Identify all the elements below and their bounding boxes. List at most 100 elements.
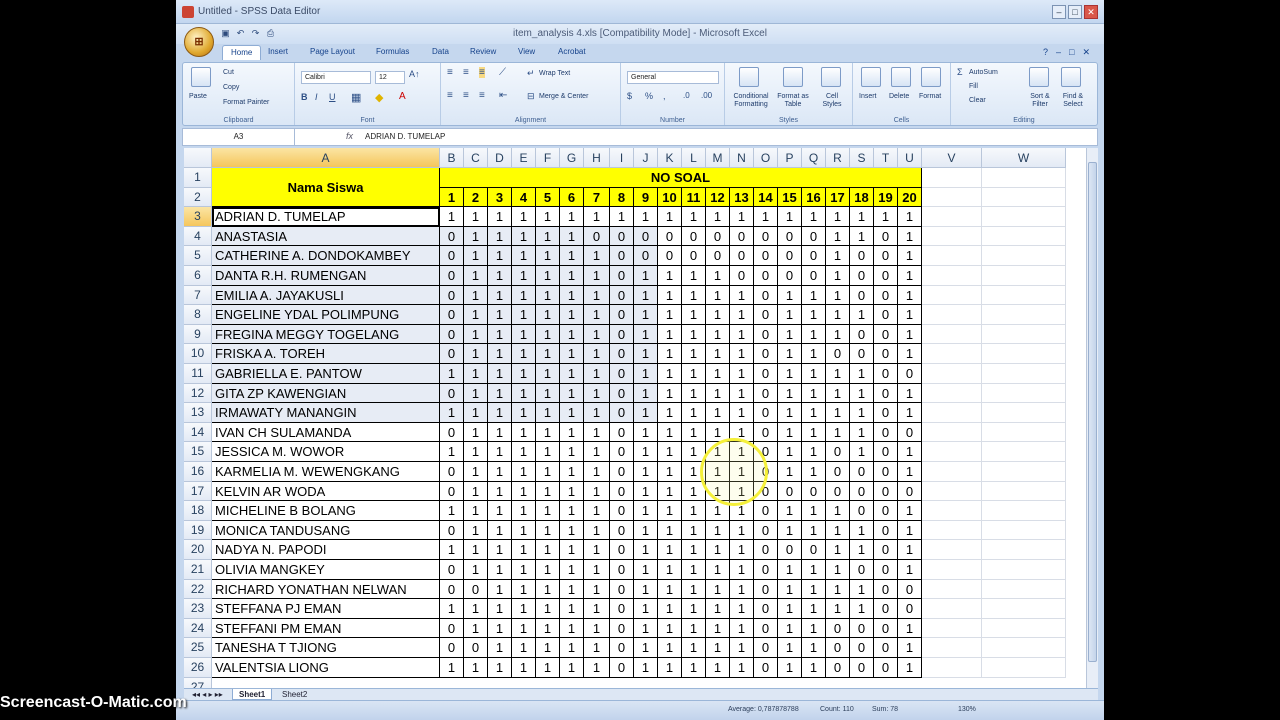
score-cell[interactable]: 0 xyxy=(440,462,464,482)
score-cell[interactable]: 0 xyxy=(610,599,634,619)
score-cell[interactable]: 1 xyxy=(658,207,682,227)
ribbon-restore-icon[interactable]: □ xyxy=(1069,47,1074,58)
score-cell[interactable]: 0 xyxy=(874,403,898,423)
align-center-icon[interactable]: ≡ xyxy=(463,90,469,101)
score-cell[interactable]: 0 xyxy=(730,226,754,247)
score-cell[interactable]: 1 xyxy=(512,324,536,345)
score-cell[interactable]: 1 xyxy=(560,638,584,658)
score-cell[interactable]: 1 xyxy=(634,285,658,306)
score-cell[interactable]: 1 xyxy=(730,324,754,345)
row-header[interactable]: 3 xyxy=(184,207,212,227)
score-cell[interactable]: 1 xyxy=(512,305,536,325)
score-cell[interactable]: 1 xyxy=(440,364,464,384)
sort-filter-button[interactable]: Sort & Filter xyxy=(1025,93,1055,109)
score-cell[interactable]: 0 xyxy=(874,658,898,678)
tab-home[interactable]: Home xyxy=(222,45,262,60)
score-cell[interactable]: 1 xyxy=(898,383,922,404)
score-cell[interactable]: 1 xyxy=(512,501,536,521)
item-number-header[interactable]: 4 xyxy=(512,187,536,208)
score-cell[interactable]: 1 xyxy=(512,246,536,266)
score-cell[interactable]: 1 xyxy=(898,442,922,462)
item-number-header[interactable]: 6 xyxy=(560,187,584,208)
score-cell[interactable]: 1 xyxy=(850,383,874,404)
score-cell[interactable]: 0 xyxy=(440,344,464,364)
score-cell[interactable]: 1 xyxy=(706,383,730,404)
score-cell[interactable]: 1 xyxy=(658,285,682,306)
score-cell[interactable]: 0 xyxy=(610,442,634,462)
score-cell[interactable]: 0 xyxy=(874,266,898,286)
column-header[interactable]: F xyxy=(536,148,560,168)
score-cell[interactable]: 0 xyxy=(634,246,658,266)
score-cell[interactable]: 1 xyxy=(536,246,560,266)
conditional-formatting-button[interactable]: Conditional Formatting xyxy=(729,93,773,109)
column-header[interactable]: E xyxy=(512,148,536,168)
score-cell[interactable]: 1 xyxy=(658,324,682,345)
score-cell[interactable]: 1 xyxy=(560,422,584,443)
score-cell[interactable]: 0 xyxy=(440,226,464,247)
score-cell[interactable]: 0 xyxy=(610,501,634,521)
column-header[interactable]: T xyxy=(874,148,898,168)
column-header[interactable]: S xyxy=(850,148,874,168)
score-cell[interactable]: 1 xyxy=(488,540,512,560)
score-cell[interactable]: 1 xyxy=(536,501,560,521)
grid-cell[interactable] xyxy=(922,579,982,600)
score-cell[interactable]: 1 xyxy=(512,207,536,227)
score-cell[interactable]: 1 xyxy=(512,226,536,247)
sheet-nav-icon[interactable]: ◂◂ ◂ ▸ ▸▸ xyxy=(186,689,229,700)
score-cell[interactable]: 1 xyxy=(536,520,560,541)
student-name-cell[interactable]: NADYA N. PAPODI xyxy=(212,540,440,560)
score-cell[interactable]: 1 xyxy=(874,207,898,227)
score-cell[interactable]: 1 xyxy=(464,403,488,423)
score-cell[interactable]: 1 xyxy=(682,618,706,639)
score-cell[interactable]: 0 xyxy=(874,422,898,443)
score-cell[interactable]: 1 xyxy=(682,324,706,345)
score-cell[interactable]: 1 xyxy=(634,266,658,286)
column-header[interactable]: N xyxy=(730,148,754,168)
row-header[interactable]: 27 xyxy=(184,677,212,688)
score-cell[interactable]: 1 xyxy=(730,305,754,325)
score-cell[interactable]: 1 xyxy=(560,658,584,678)
score-cell[interactable]: 1 xyxy=(826,383,850,404)
no-soal-header[interactable]: NO SOAL xyxy=(440,168,922,188)
grid-cell[interactable] xyxy=(922,168,982,188)
score-cell[interactable]: 0 xyxy=(850,481,874,502)
score-cell[interactable]: 1 xyxy=(560,442,584,462)
score-cell[interactable]: 1 xyxy=(536,462,560,482)
score-cell[interactable]: 0 xyxy=(440,383,464,404)
score-cell[interactable]: 1 xyxy=(682,403,706,423)
grid-cell[interactable] xyxy=(922,618,982,639)
score-cell[interactable]: 1 xyxy=(584,579,610,600)
score-cell[interactable]: 1 xyxy=(536,324,560,345)
score-cell[interactable]: 1 xyxy=(778,579,802,600)
row-header[interactable]: 16 xyxy=(184,462,212,482)
score-cell[interactable]: 1 xyxy=(706,305,730,325)
score-cell[interactable]: 1 xyxy=(634,344,658,364)
score-cell[interactable]: 1 xyxy=(512,422,536,443)
score-cell[interactable]: 1 xyxy=(488,579,512,600)
grid-cell[interactable] xyxy=(982,560,1066,580)
score-cell[interactable]: 1 xyxy=(464,344,488,364)
score-cell[interactable]: 0 xyxy=(850,344,874,364)
vertical-scrollbar[interactable] xyxy=(1086,148,1098,688)
score-cell[interactable]: 1 xyxy=(440,658,464,678)
score-cell[interactable]: 0 xyxy=(850,285,874,306)
score-cell[interactable]: 1 xyxy=(682,579,706,600)
copy-button[interactable]: Copy xyxy=(223,84,239,91)
score-cell[interactable]: 1 xyxy=(802,344,826,364)
score-cell[interactable]: 1 xyxy=(560,383,584,404)
score-cell[interactable]: 1 xyxy=(826,403,850,423)
name-box[interactable]: A3 xyxy=(183,129,295,145)
score-cell[interactable]: 1 xyxy=(634,599,658,619)
item-number-header[interactable]: 20 xyxy=(898,187,922,208)
score-cell[interactable]: 0 xyxy=(754,501,778,521)
column-header[interactable]: B xyxy=(440,148,464,168)
score-cell[interactable]: 0 xyxy=(610,403,634,423)
score-cell[interactable]: 1 xyxy=(826,501,850,521)
score-cell[interactable]: 1 xyxy=(584,422,610,443)
score-cell[interactable]: 1 xyxy=(898,207,922,227)
score-cell[interactable]: 0 xyxy=(802,226,826,247)
score-cell[interactable]: 1 xyxy=(898,540,922,560)
score-cell[interactable]: 1 xyxy=(584,599,610,619)
insert-cells-icon[interactable] xyxy=(861,67,881,87)
student-name-cell[interactable]: FREGINA MEGGY TOGELANG xyxy=(212,324,440,345)
